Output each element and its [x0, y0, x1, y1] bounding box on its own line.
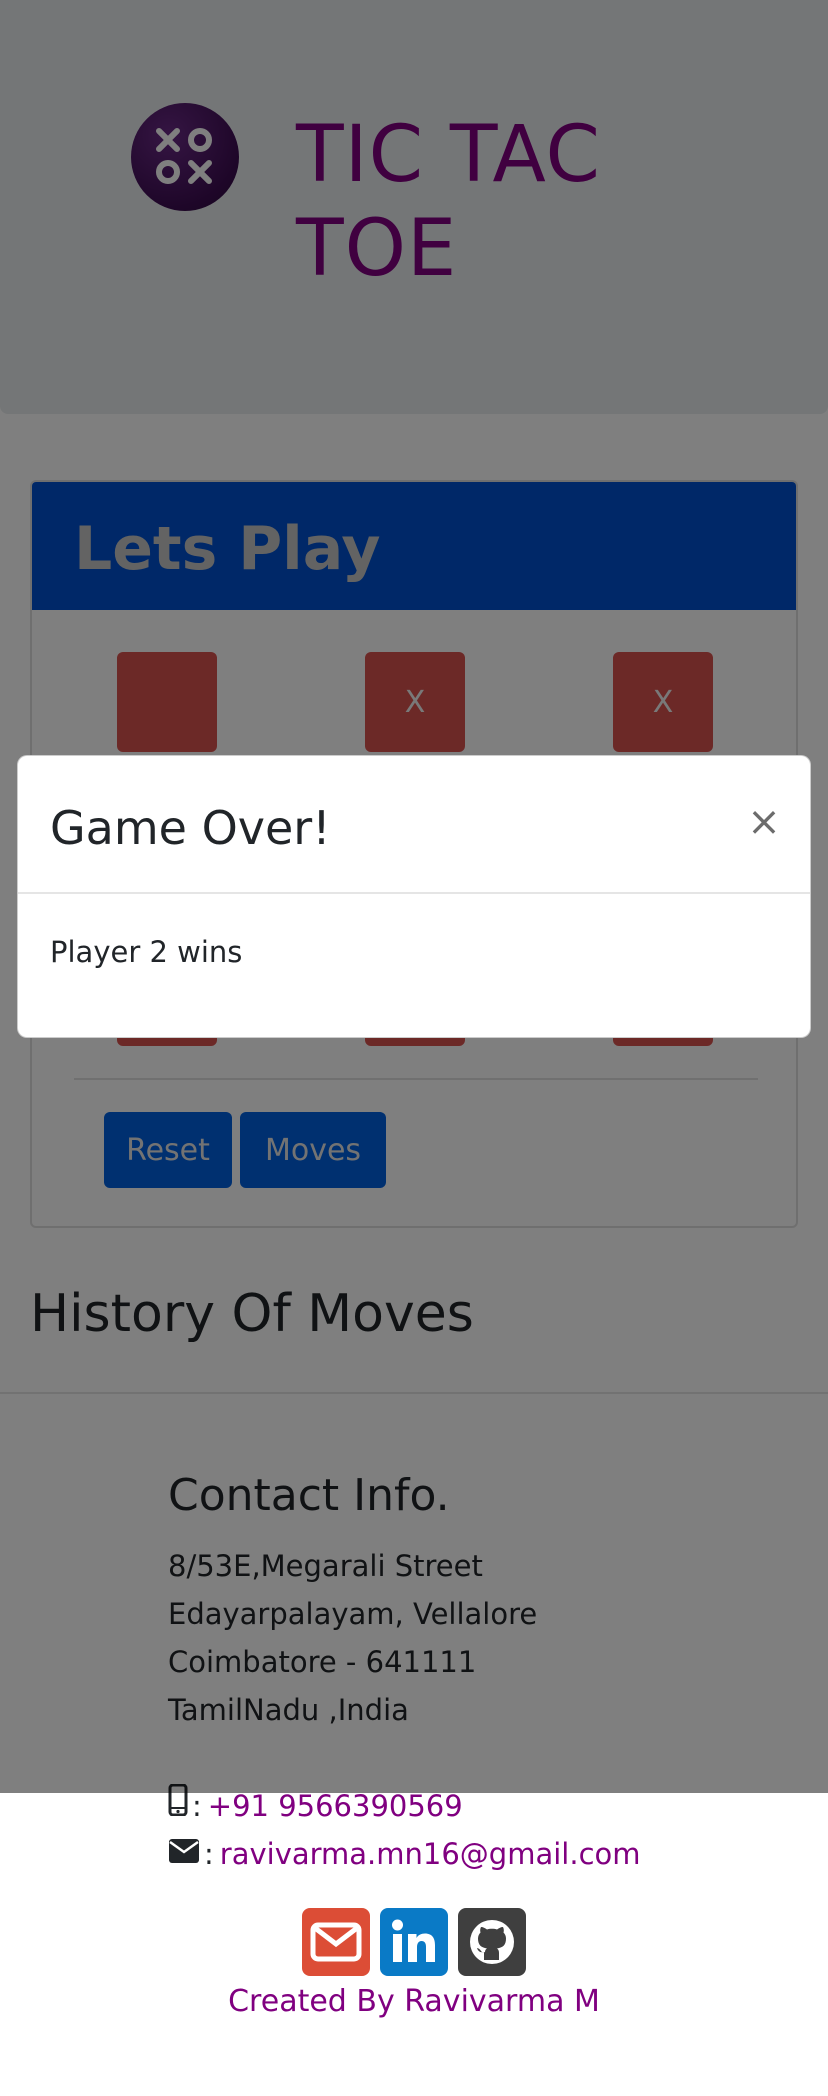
page: TIC TAC TOE Lets Play X X Reset Moves Hi… — [0, 0, 828, 2096]
modal-title: Game Over! — [50, 801, 331, 855]
game-over-modal: Game Over! × Player 2 wins — [17, 755, 811, 1038]
footer-credit: Created By Ravivarma M — [228, 1984, 600, 2019]
email-line: : ravivarma.mn16@gmail.com — [168, 1830, 641, 1878]
linkedin-icon[interactable] — [380, 1908, 448, 1976]
email-separator: : — [204, 1837, 214, 1871]
email-link[interactable]: ravivarma.mn16@gmail.com — [220, 1830, 641, 1878]
envelope-icon — [168, 1830, 200, 1878]
github-icon[interactable] — [458, 1908, 526, 1976]
close-button[interactable]: × — [736, 794, 792, 850]
envelope-social-icon[interactable] — [302, 1908, 370, 1976]
modal-message: Player 2 wins — [50, 935, 243, 969]
modal-divider — [18, 892, 810, 894]
